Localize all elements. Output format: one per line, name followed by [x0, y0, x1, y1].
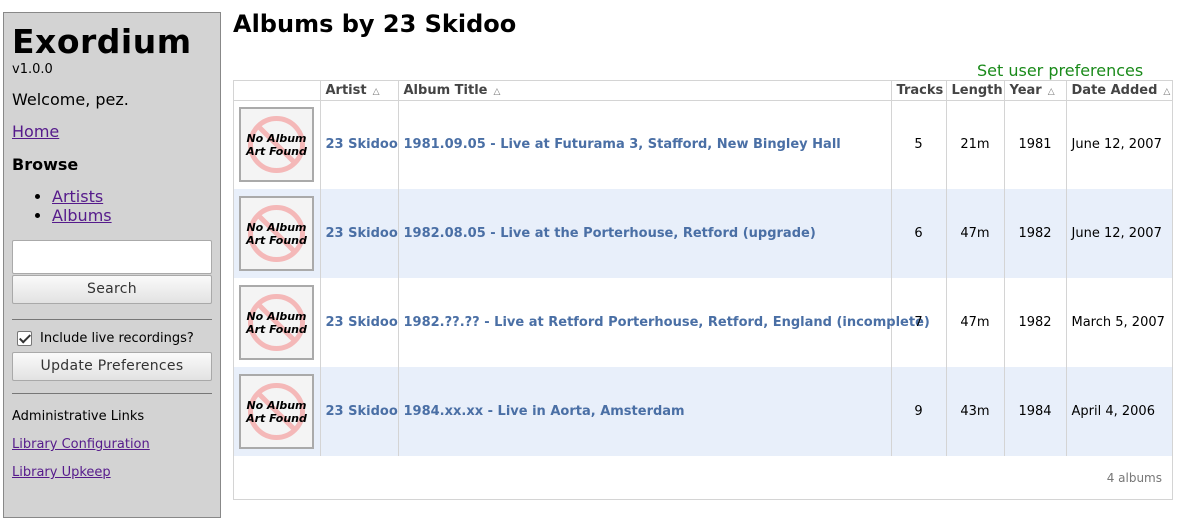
year-cell: 1984 [1004, 367, 1067, 456]
artists-link[interactable]: Artists [52, 187, 103, 206]
no-album-art-placeholder[interactable]: No Album Art Found [239, 285, 314, 360]
albums-table: Artist △ Album Title △ Tracks Length Year △… [234, 81, 1172, 456]
length-cell: 43m [946, 367, 1005, 456]
column-header-year[interactable]: Year △ [1004, 81, 1067, 101]
no-album-art-placeholder[interactable]: No Album Art Found [239, 196, 314, 271]
album-title-cell[interactable]: 1981.09.05 - Live at Futurama 3, Staffor… [398, 100, 892, 189]
album-art-cell: No Album Art Found [234, 367, 321, 456]
sort-arrow-icon: △ [1163, 86, 1171, 97]
album-title-cell[interactable]: 1982.??.?? - Live at Retford Porterhouse… [398, 278, 930, 367]
sort-arrow-icon: △ [1047, 86, 1055, 97]
page-title: Albums by 23 Skidoo [233, 10, 517, 38]
date-added-cell: April 4, 2006 [1066, 367, 1172, 456]
year-cell: 1981 [1004, 100, 1067, 189]
admin-heading: Administrative Links [12, 409, 145, 424]
year-cell: 1982 [1004, 189, 1067, 278]
table-row: No Album Art Found 23 Skidoo 1982.??.?? -… [234, 278, 1172, 367]
sort-arrow-icon: △ [372, 86, 380, 97]
library-upkeep-link[interactable]: Library Upkeep [12, 465, 212, 480]
column-header-length: Length [946, 81, 1005, 101]
no-art-text: No Album Art Found [246, 220, 307, 247]
no-art-text: No Album Art Found [246, 131, 307, 158]
album-art-cell: No Album Art Found [234, 189, 321, 278]
no-album-art-placeholder[interactable]: No Album Art Found [239, 374, 314, 449]
artist-cell[interactable]: 23 Skidoo [320, 367, 399, 456]
browse-item-artists: Artists [52, 187, 212, 206]
home-link[interactable]: Home [12, 122, 59, 141]
album-count: 4 albums [1106, 471, 1162, 485]
column-header-artist[interactable]: Artist △ [320, 81, 399, 101]
column-header-album-title[interactable]: Album Title △ [398, 81, 892, 101]
welcome-message: Welcome, pez. [12, 90, 129, 109]
column-header-art [234, 81, 321, 101]
column-header-tracks: Tracks [891, 81, 947, 101]
date-added-cell: June 12, 2007 [1071, 137, 1162, 153]
album-art-cell: No Album Art Found [234, 278, 321, 367]
table-row: No Album Art Found 23 Skidoo 1984.xx.xx -… [234, 367, 1172, 456]
search-button[interactable]: Search [12, 275, 212, 304]
sort-arrow-icon: △ [493, 86, 501, 97]
date-added-cell: March 5, 2007 [1071, 315, 1165, 330]
albums-table-container: Artist △ Album Title △ Tracks Length Year △… [233, 80, 1173, 500]
set-user-preferences-link[interactable]: Set user preferences [977, 61, 1143, 80]
length-cell: 47m [946, 189, 1005, 278]
length-cell: 47m [946, 278, 1005, 367]
sidebar-divider [12, 393, 212, 394]
album-art-cell: No Album Art Found [234, 100, 321, 189]
table-header-row: Artist △ Album Title △ Tracks Length Year △… [234, 81, 1172, 101]
date-added-cell: June 12, 2007 [1066, 189, 1172, 278]
app-version: v1.0.0 [12, 62, 53, 77]
album-title-cell[interactable]: 1984.xx.xx - Live in Aorta, Amsterdam [398, 367, 892, 456]
live-recordings-checkbox[interactable] [17, 331, 32, 346]
length-cell: 21m [946, 100, 1005, 189]
app-title: Exordium [12, 22, 192, 61]
live-recordings-label[interactable]: Include live recordings? [40, 331, 194, 346]
live-recordings-option: Include live recordings? [12, 331, 212, 346]
browse-heading: Browse [12, 155, 79, 174]
no-album-art-placeholder[interactable]: No Album Art Found [239, 107, 314, 183]
library-configuration-link[interactable]: Library Configuration [12, 437, 212, 452]
artist-cell[interactable]: 23 Skidoo [320, 100, 399, 189]
artist-cell[interactable]: 23 Skidoo [320, 189, 399, 278]
tracks-cell: 9 [891, 367, 947, 456]
albums-link[interactable]: Albums [52, 206, 112, 225]
no-art-text: No Album Art Found [246, 309, 307, 336]
album-title-cell[interactable]: 1982.08.05 - Live at the Porterhouse, Re… [398, 189, 892, 278]
sidebar-divider [12, 319, 212, 320]
update-preferences-button[interactable]: Update Preferences [12, 352, 212, 381]
column-header-date-added[interactable]: Date Added △ [1066, 81, 1172, 101]
sidebar: Exordium v1.0.0 Welcome, pez. Home Brows… [3, 12, 221, 518]
table-row: No Album Art Found 23 Skidoo 1981.09.05 -… [234, 100, 1172, 189]
artist-cell[interactable]: 23 Skidoo [320, 278, 399, 367]
no-art-text: No Album Art Found [246, 398, 307, 425]
browse-item-albums: Albums [52, 206, 212, 225]
tracks-cell: 6 [891, 189, 947, 278]
search-input[interactable] [12, 240, 212, 274]
year-cell: 1982 [1004, 278, 1067, 367]
table-row: No Album Art Found 23 Skidoo 1982.08.05 -… [234, 189, 1172, 278]
tracks-cell: 5 [891, 100, 947, 189]
browse-list: Artists Albums [12, 187, 212, 225]
